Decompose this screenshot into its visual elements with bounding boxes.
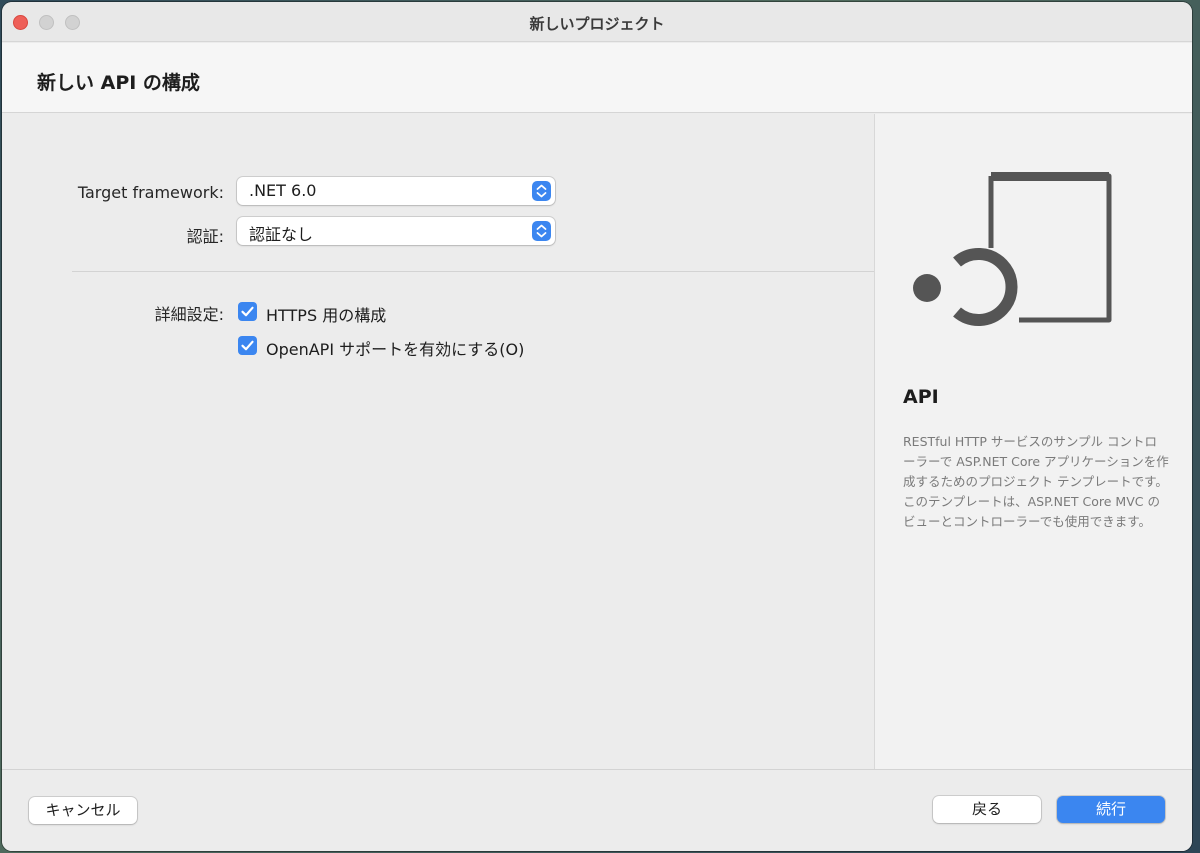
- updown-chevron-icon: [532, 221, 551, 241]
- section-divider: [72, 271, 874, 272]
- openapi-option-label: OpenAPI サポートを有効にする(O): [266, 340, 525, 359]
- auth-value: 認証なし: [249, 225, 314, 244]
- continue-button[interactable]: 続行: [1057, 796, 1165, 823]
- dialog-footer: キャンセル 戻る 続行: [2, 769, 1192, 851]
- back-button[interactable]: 戻る: [933, 796, 1041, 823]
- checkmark-icon: [241, 340, 254, 351]
- new-project-window: 新しいプロジェクト 新しい API の構成 Target framework: …: [2, 2, 1192, 851]
- title-bar: 新しいプロジェクト: [2, 2, 1192, 42]
- updown-chevron-icon: [532, 181, 551, 201]
- page-header: 新しい API の構成: [2, 43, 1192, 113]
- configuration-panel: Target framework: .NET 6.0 認証: 認証なし 詳細設定…: [2, 114, 874, 769]
- auth-label: 認証:: [186, 227, 224, 246]
- https-checkbox[interactable]: [238, 302, 257, 321]
- openapi-checkbox[interactable]: [238, 336, 257, 355]
- window-title: 新しいプロジェクト: [529, 15, 665, 33]
- template-description: RESTful HTTP サービスのサンプル コントローラーで ASP.NET …: [903, 434, 1169, 529]
- https-option-label: HTTPS 用の構成: [266, 306, 387, 325]
- target-framework-select[interactable]: .NET 6.0: [237, 177, 555, 205]
- target-framework-label: Target framework:: [77, 183, 224, 202]
- checkmark-icon: [241, 306, 254, 317]
- target-framework-value: .NET 6.0: [249, 181, 317, 200]
- template-title: API: [903, 386, 939, 408]
- template-info-panel: API RESTful HTTP サービスのサンプル コントローラーで ASP.…: [874, 114, 1192, 769]
- advanced-settings-label: 詳細設定:: [154, 305, 224, 324]
- api-template-icon: [913, 172, 1112, 326]
- page-title: 新しい API の構成: [37, 72, 200, 94]
- cancel-button[interactable]: キャンセル: [29, 797, 137, 824]
- auth-select[interactable]: 認証なし: [237, 217, 555, 245]
